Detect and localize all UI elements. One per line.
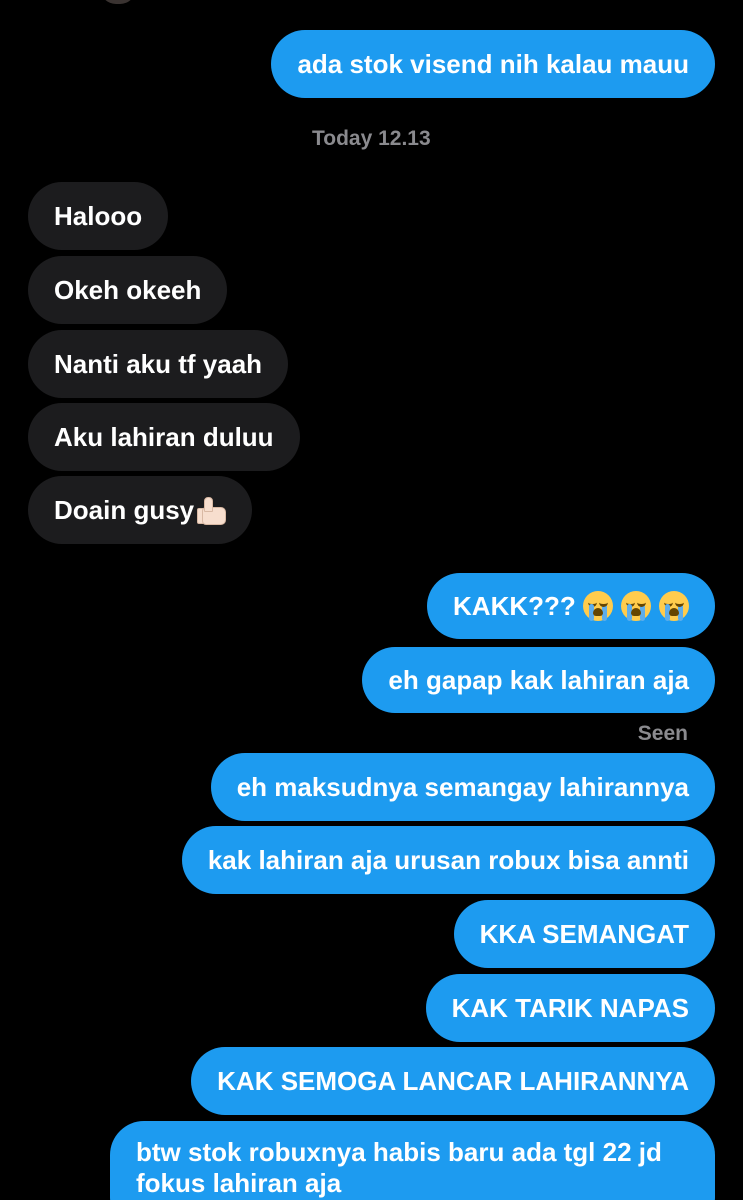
message-text: ada stok visend nih kalau mauu xyxy=(297,49,689,79)
message-text: KAKK??? xyxy=(453,591,583,621)
avatar[interactable] xyxy=(100,0,136,4)
message-text: btw stok robuxnya habis baru ada tgl 22 … xyxy=(136,1137,662,1198)
message-bubble-sent[interactable]: KAK TARIK NAPAS xyxy=(425,974,715,1042)
message-bubble-received[interactable]: Halooo xyxy=(28,182,169,250)
message-bubble-sent[interactable]: KAKK??? xyxy=(427,573,715,639)
message-bubble-received[interactable]: Nanti aku tf yaah xyxy=(28,330,289,398)
seen-status: Seen xyxy=(637,722,688,745)
message-bubble-received[interactable]: Aku lahiran duluu xyxy=(28,403,300,471)
message-bubble-sent[interactable]: KKA SEMANGAT xyxy=(453,900,715,968)
message-text: eh maksudnya semangay lahirannya xyxy=(236,772,689,802)
message-text: Okeh okeeh xyxy=(54,275,202,305)
loudly-crying-face-emoji xyxy=(583,591,613,621)
message-text: KAK TARIK NAPAS xyxy=(451,993,689,1023)
message-text: kak lahiran aja urusan robux bisa annti xyxy=(207,845,689,875)
message-bubble-sent[interactable]: eh gapap kak lahiran aja xyxy=(362,647,715,713)
message-text: Nanti aku tf yaah xyxy=(54,349,263,379)
message-text: KAK SEMOGA LANCAR LAHIRANNYA xyxy=(217,1066,689,1096)
thumbs-up-emoji xyxy=(196,495,227,525)
message-bubble-received[interactable]: Okeh okeeh xyxy=(28,256,228,324)
message-text: Doain gusy xyxy=(54,495,195,525)
message-text: KKA SEMANGAT xyxy=(479,919,689,949)
message-bubble-sent[interactable]: eh maksudnya semangay lahirannya xyxy=(210,753,715,821)
message-bubble-sent[interactable]: btw stok robuxnya habis baru ada tgl 22 … xyxy=(110,1121,715,1200)
message-text: eh gapap kak lahiran aja xyxy=(388,665,689,695)
message-text: Halooo xyxy=(54,201,143,231)
message-text: Aku lahiran duluu xyxy=(54,422,274,452)
message-bubble-sent[interactable]: ada stok visend nih kalau mauu xyxy=(271,30,715,98)
loudly-crying-face-emoji xyxy=(659,591,689,621)
loudly-crying-face-emoji xyxy=(621,591,651,621)
message-bubble-received[interactable]: Doain gusy xyxy=(28,476,253,544)
dm-conversation: ada stok visend nih kalau mauu Today 12.… xyxy=(0,0,743,1200)
message-bubble-sent[interactable]: KAK SEMOGA LANCAR LAHIRANNYA xyxy=(191,1047,715,1115)
timestamp: Today 12.13 xyxy=(312,127,431,150)
message-bubble-sent[interactable]: kak lahiran aja urusan robux bisa annti xyxy=(181,826,715,894)
